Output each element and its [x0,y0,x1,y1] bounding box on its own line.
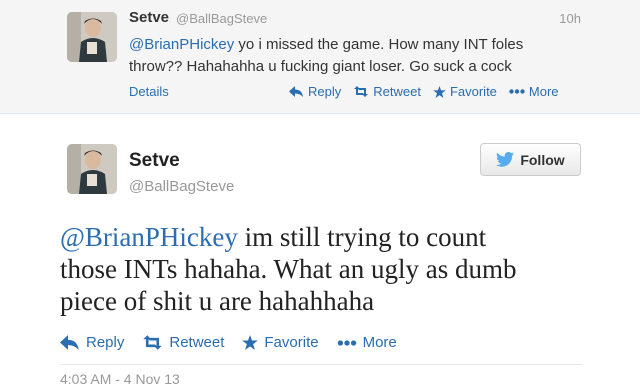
favorite-button[interactable]: Favorite [433,84,497,99]
tweet-text-line3: piece of shit u are hahahhaha [60,286,375,316]
avatar[interactable] [67,144,117,194]
twitter-bird-icon [496,152,515,167]
tweet-text-line1: im still trying to count [237,222,487,252]
user-handle[interactable]: @BallBagSteve [129,178,234,195]
avatar-photo [67,12,117,62]
retweet-button[interactable]: Retweet [142,334,224,351]
star-icon [433,85,446,98]
reply-button[interactable]: Reply [289,84,341,99]
reply-label: Reply [86,334,125,351]
more-label: More [528,84,559,99]
more-dots-icon [337,339,356,346]
avatar[interactable] [67,12,117,62]
divider [60,364,582,365]
tweet-text-line2: those INTs hahaha. What an ugly as dumb [60,254,517,284]
mention-link[interactable]: @BrianPHickey [60,222,238,252]
tweet-text: @BrianPHickey yo i missed the game. How … [129,34,599,78]
reply-arrow-icon [289,86,303,97]
retweet-button[interactable]: Retweet [353,84,421,99]
tweet-text: @BrianPHickey im still trying to count t… [60,221,580,317]
tweet-time[interactable]: 10h [559,11,581,26]
avatar-photo [67,144,117,194]
details-link[interactable]: Details [129,84,169,99]
tweet-actions: Reply Retweet Favorite More [289,84,559,99]
reply-label: Reply [308,84,342,99]
star-icon [242,335,259,350]
tweet-text-line1: yo i missed the game. How many INT foles [234,36,524,53]
user-name[interactable]: Setve [129,9,169,26]
reply-button[interactable]: Reply [60,334,124,351]
tweet-text-line2: throw?? Hahahahha u fucking giant loser.… [129,58,512,75]
favorite-label: Favorite [449,84,497,99]
retweet-icon [143,335,163,350]
retweet-icon [354,86,369,97]
more-label: More [362,334,397,351]
retweet-label: Retweet [169,334,225,351]
more-button[interactable]: More [337,334,397,351]
favorite-button[interactable]: Favorite [242,334,319,351]
parent-tweet: Setve @BallBagSteve 10h @BrianPHickey yo… [0,0,640,114]
user-handle[interactable]: @BallBagSteve [176,11,267,26]
retweet-label: Retweet [373,84,421,99]
follow-label: Follow [520,151,565,168]
reply-arrow-icon [60,335,79,350]
favorite-label: Favorite [264,334,319,351]
mention-link[interactable]: @BrianPHickey [129,36,234,53]
tweet-actions: Reply Retweet Favorite More [60,334,397,351]
follow-button[interactable]: Follow [480,143,581,176]
user-name[interactable]: Setve [129,150,180,172]
more-dots-icon [509,89,525,94]
more-button[interactable]: More [509,84,559,99]
tweet-timestamp[interactable]: 4:03 AM - 4 Nov 13 [60,371,180,387]
